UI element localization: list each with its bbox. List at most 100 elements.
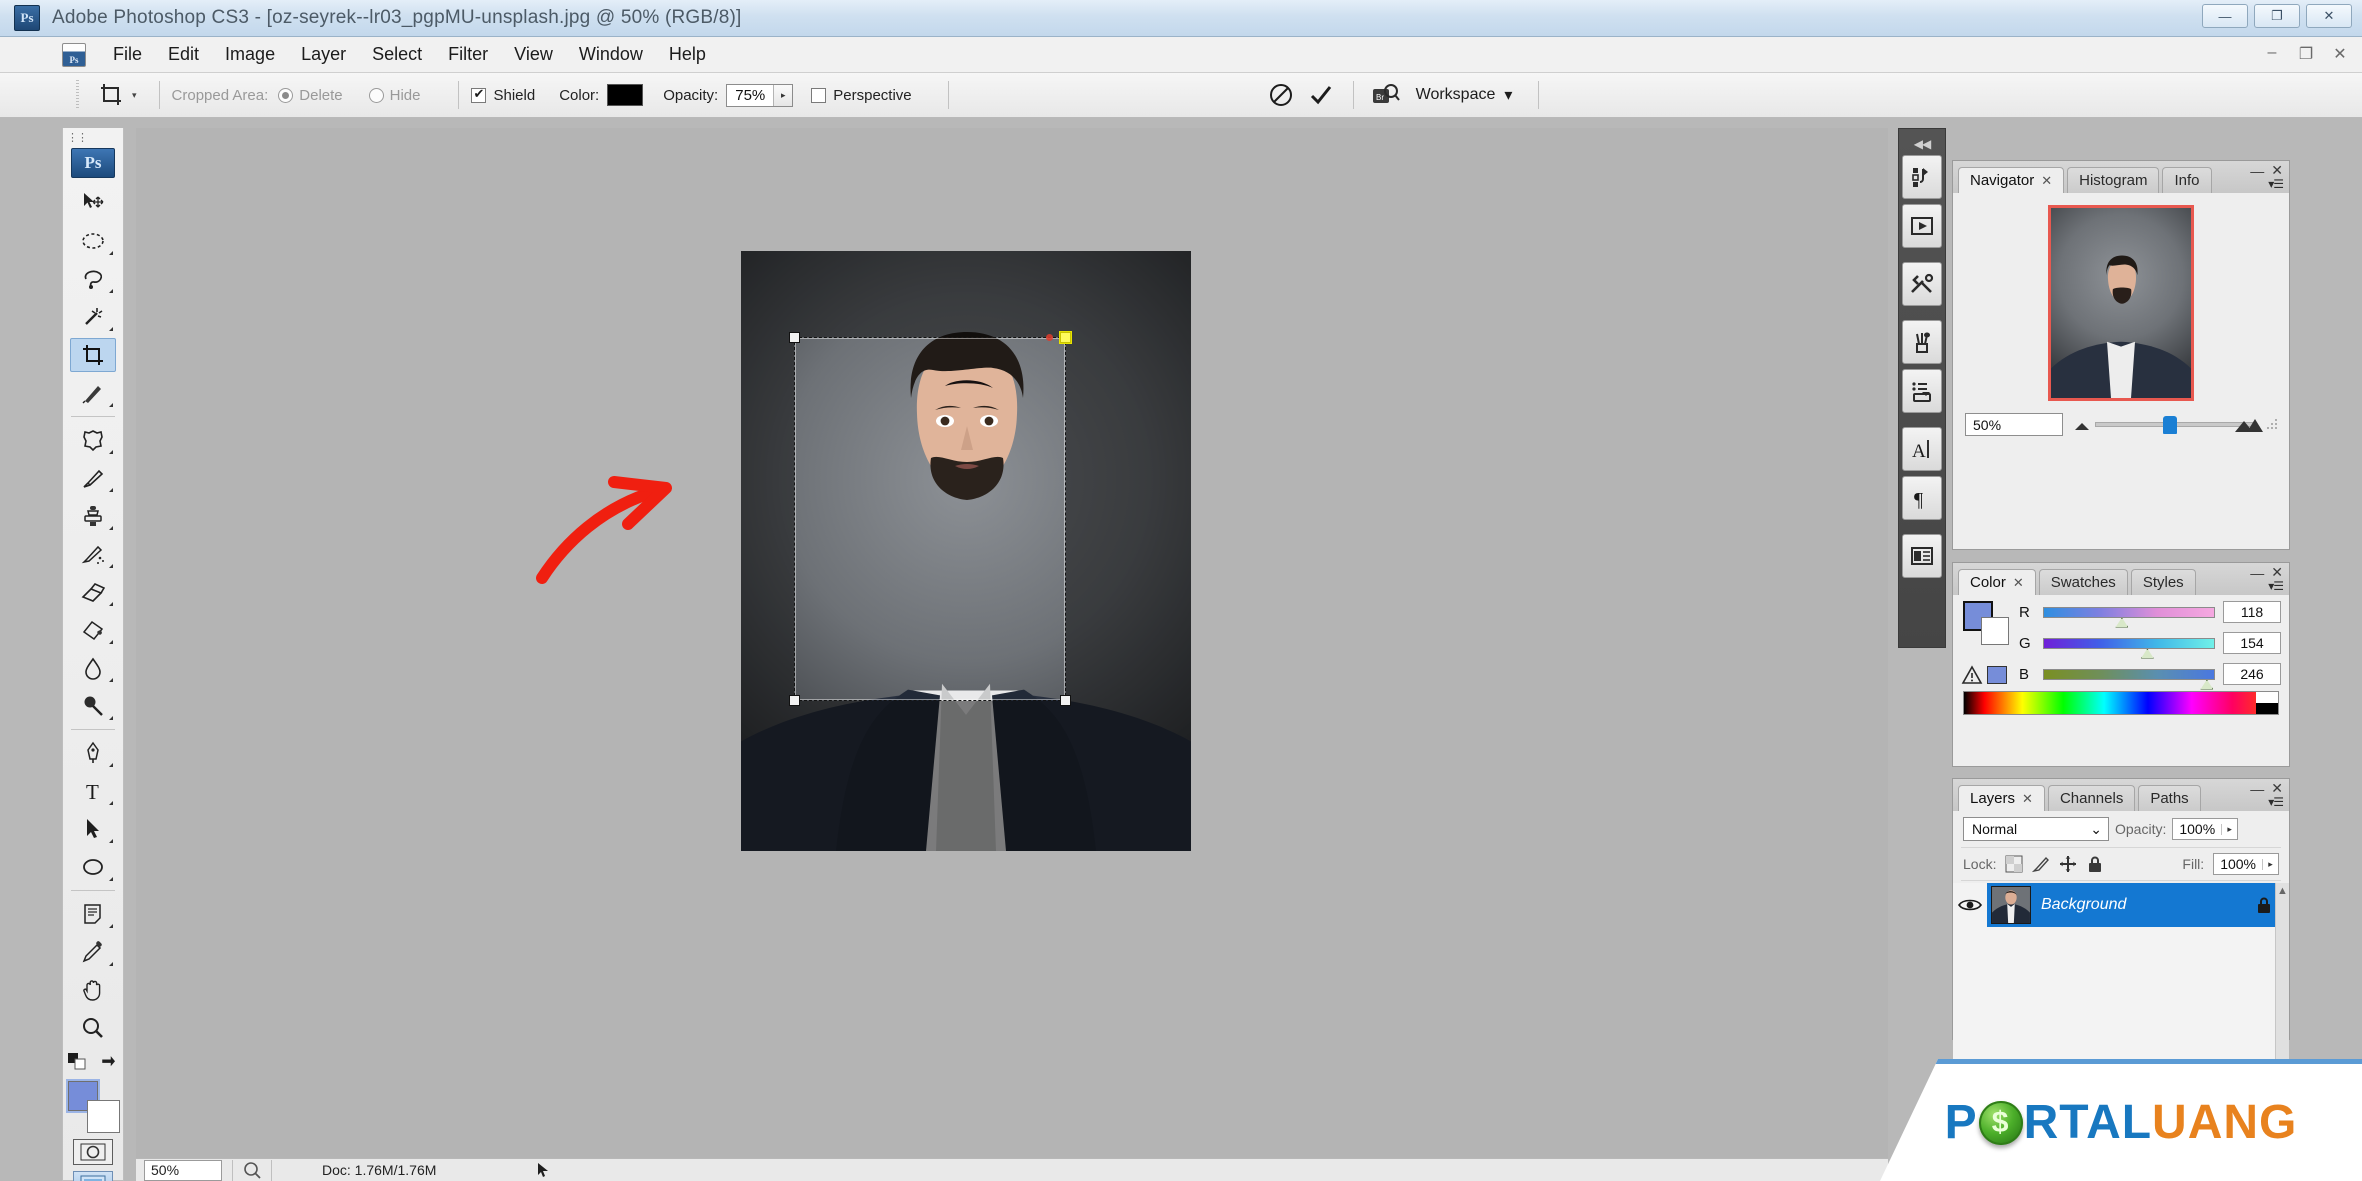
clone-source-panel-icon[interactable] [1902,369,1942,413]
pen-tool[interactable] [70,736,116,770]
crop-selection-rectangle[interactable] [789,332,1071,706]
minimize-icon[interactable]: — [2250,163,2264,179]
move-tool[interactable] [70,186,116,220]
options-bar-grip[interactable] [74,80,84,110]
channel-slider-b[interactable] [2043,668,2215,690]
paragraph-panel-icon[interactable]: ¶ [1902,476,1942,520]
perspective-checkbox[interactable]: Perspective [811,87,919,104]
crop-handle-top-left[interactable] [789,332,800,343]
minimize-icon[interactable]: — [2250,565,2264,581]
quick-mask-icon[interactable] [73,1139,113,1165]
go-to-bridge-icon[interactable]: Br [1366,78,1406,112]
background-color-swatch[interactable] [1981,617,2009,645]
channel-slider-thumb-b[interactable] [2200,679,2214,690]
menu-item-help[interactable]: Help [656,40,719,69]
lock-position-icon[interactable] [2059,855,2077,873]
crop-handle-bottom-right[interactable] [1060,695,1071,706]
navigator-zoom-input[interactable]: 50% [1965,413,2063,436]
crop-tool[interactable] [70,338,116,372]
eyedropper-tool[interactable] [70,935,116,969]
tab-info[interactable]: Info [2162,167,2212,193]
tab-layers[interactable]: Layers ✕ [1958,785,2045,811]
lock-transparent-pixels-icon[interactable] [2005,855,2023,873]
doc-close-button[interactable]: ✕ [2330,44,2350,64]
chevron-up-icon[interactable]: ▲ [2277,885,2288,897]
gamut-substitute-swatch[interactable] [1987,666,2007,684]
commit-crop-checkmark-icon[interactable] [1301,78,1341,112]
shield-checkbox[interactable]: Shield [471,86,543,104]
brushes-panel-icon[interactable] [1902,320,1942,364]
channel-slider-g[interactable] [2043,637,2215,659]
close-icon[interactable]: ✕ [2041,173,2052,189]
fill-dropdown-arrow-icon[interactable]: ▸ [2262,858,2278,870]
tab-channels[interactable]: Channels [2047,785,2136,811]
preview-icon[interactable] [243,1161,261,1179]
zoom-tool[interactable] [70,1011,116,1045]
eraser-tool[interactable] [70,575,116,609]
layer-name[interactable]: Background [2041,896,2126,914]
panel-menu-icon[interactable]: ▾☰ [2268,795,2284,809]
tool-preset-caret-icon[interactable]: ▾ [132,90,137,101]
channel-slider-r[interactable] [2043,606,2215,628]
navigator-proxy-preview[interactable] [2048,205,2194,401]
doc-minimize-button[interactable]: – [2262,44,2282,64]
shield-color-swatch[interactable] [607,84,644,106]
opacity-dropdown-arrow-icon[interactable]: ▸ [2221,823,2237,835]
zoom-in-icon[interactable] [2233,417,2263,433]
lock-image-pixels-icon[interactable] [2032,855,2050,873]
minimize-button[interactable]: — [2202,4,2248,28]
panel-menu-icon[interactable]: ▾☰ [2268,177,2284,191]
cancel-crop-icon[interactable] [1261,78,1301,112]
brush-tool[interactable] [70,461,116,495]
tab-styles[interactable]: Styles [2130,569,2196,595]
tool-presets-panel-icon[interactable] [1902,262,1942,306]
close-icon[interactable]: ✕ [2013,575,2024,591]
crop-handle-bottom-left[interactable] [789,695,800,706]
path-selection-tool[interactable] [70,812,116,846]
channel-value-g[interactable]: 154 [2223,632,2281,654]
layer-fill-field[interactable]: 100% ▸ [2213,853,2279,875]
cropped-area-delete-radio[interactable]: Delete [278,87,352,104]
zoom-out-icon[interactable] [2073,419,2095,431]
opacity-field[interactable]: 75% ▸ [726,83,794,107]
channel-slider-thumb-g[interactable] [2140,648,2154,659]
tab-paths[interactable]: Paths [2138,785,2201,811]
layer-list[interactable]: Background ▲ [1953,883,2289,1073]
menu-item-select[interactable]: Select [359,40,435,69]
swap-colors-icon[interactable] [98,1051,120,1071]
actions-panel-icon[interactable] [1902,204,1942,248]
table-row[interactable]: Background [1953,883,2289,927]
cropped-area-hide-radio[interactable]: Hide [368,87,431,104]
clone-stamp-tool[interactable] [70,499,116,533]
healing-brush-tool[interactable] [70,423,116,457]
menu-item-file[interactable]: File [100,40,155,69]
crop-handle-top-right[interactable] [1060,332,1071,343]
menu-item-image[interactable]: Image [212,40,288,69]
status-arrow-icon[interactable] [536,1162,550,1178]
status-zoom-input[interactable]: 50% [144,1159,222,1181]
magic-wand-tool[interactable] [70,300,116,334]
document-image[interactable] [741,251,1191,851]
color-spectrum-ramp[interactable] [1963,691,2279,715]
workspace-button[interactable]: Workspace ▾ [1406,80,1523,110]
lock-all-icon[interactable] [2086,855,2104,873]
dodge-tool[interactable] [70,689,116,723]
restore-button[interactable]: ❐ [2254,4,2300,28]
close-icon[interactable]: ✕ [2022,791,2033,807]
layer-thumbnail[interactable] [1991,886,2031,924]
gamut-warning-icon[interactable] [1961,665,1983,685]
minimize-icon[interactable]: — [2250,781,2264,797]
blur-tool[interactable] [70,651,116,685]
color-swatches[interactable] [66,1079,120,1133]
doc-restore-button[interactable]: ❐ [2296,44,2316,64]
tab-color[interactable]: Color ✕ [1958,569,2036,595]
navigator-zoom-slider[interactable] [2073,414,2277,436]
layer-visibility-toggle[interactable] [1953,883,1987,927]
menu-item-edit[interactable]: Edit [155,40,212,69]
spectrum-black-white[interactable] [2256,692,2278,714]
marquee-tool[interactable] [70,224,116,258]
slice-tool[interactable] [70,376,116,410]
layer-comps-panel-icon[interactable] [1902,534,1942,578]
layer-opacity-field[interactable]: 100% ▸ [2172,818,2239,840]
blend-mode-select[interactable]: Normal ⌄ [1963,817,2109,841]
